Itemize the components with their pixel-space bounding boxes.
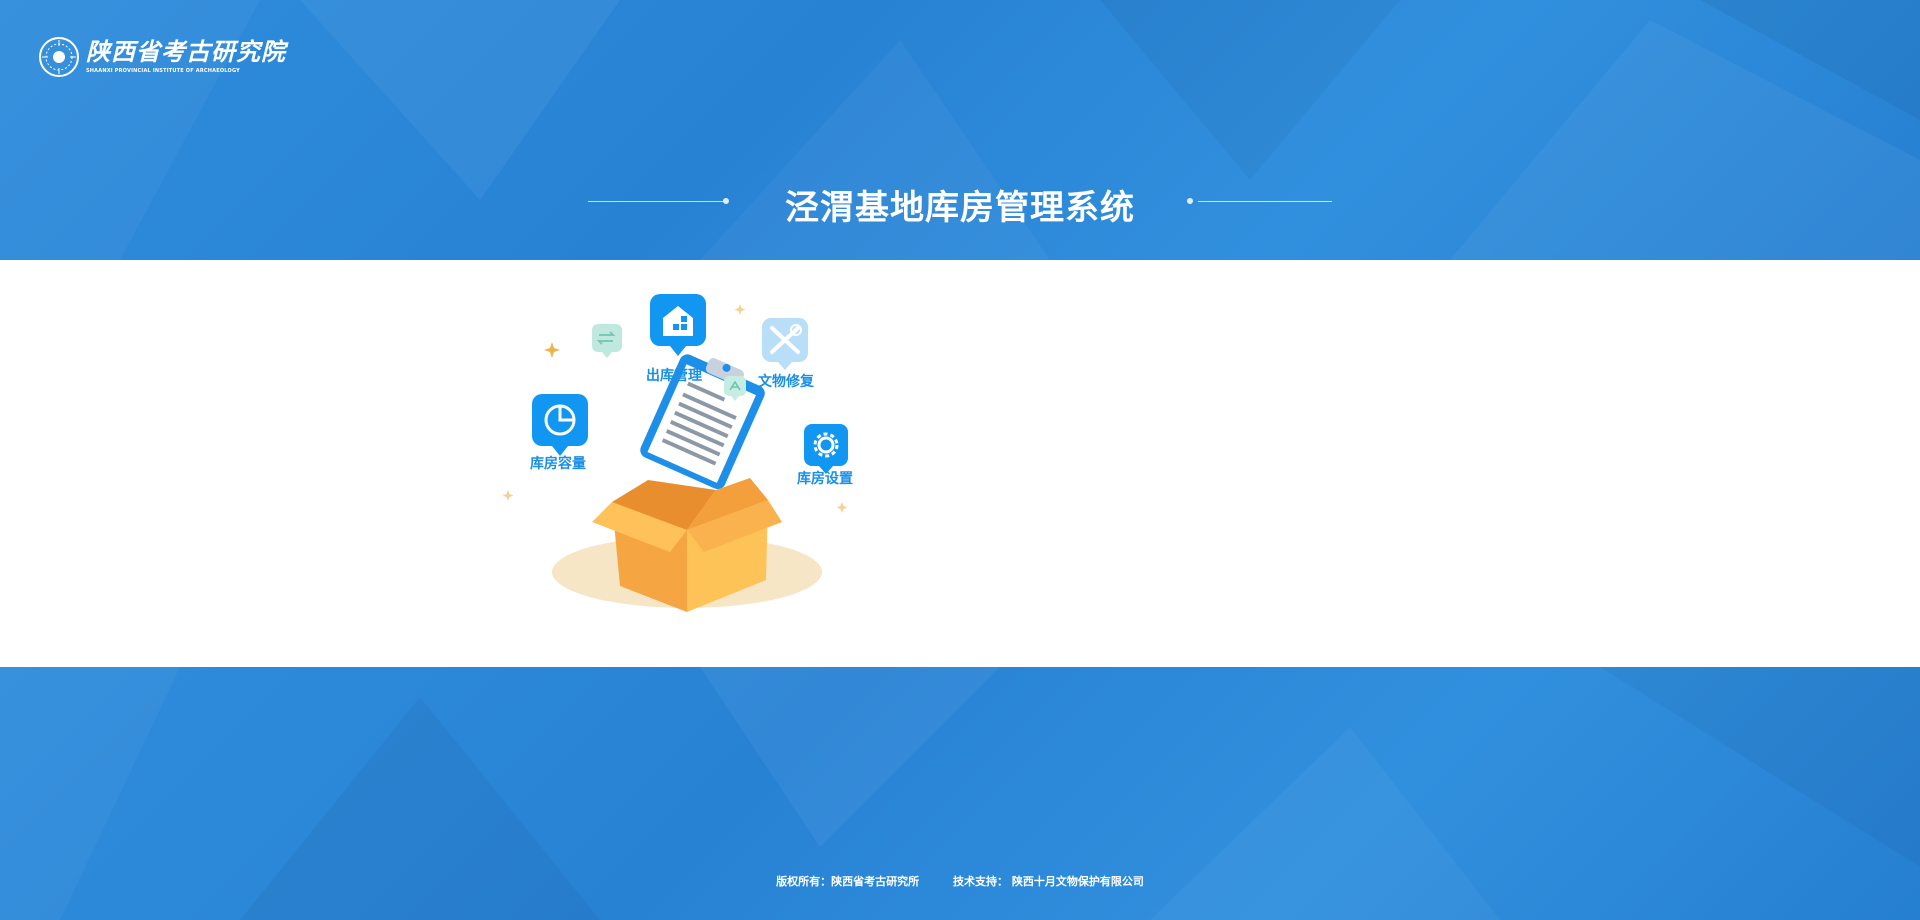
gear-icon bbox=[804, 424, 848, 474]
logo-chinese-name: 陕西省考古研究院 bbox=[86, 37, 286, 66]
title-row: 泾渭基地库房管理系统 bbox=[0, 172, 1920, 232]
institute-emblem-icon bbox=[39, 37, 79, 77]
pie-chart-icon bbox=[532, 394, 588, 456]
title-right-line bbox=[1198, 201, 1332, 202]
item-label-outbound: 出库管理 bbox=[646, 368, 702, 384]
item-label-settings: 库房设置 bbox=[797, 471, 853, 487]
content-band: 出库管理 文物修复 库房容量 库房设置 bbox=[0, 260, 1920, 667]
item-label-repair: 文物修复 bbox=[758, 374, 814, 390]
title-right-dot bbox=[1187, 198, 1193, 204]
tech-support-text: 技术支持： 陕西十月文物保护有限公司 bbox=[953, 875, 1144, 888]
logo-english-name: SHAANXI PROVINCIAL INSTITUTE OF ARCHAEOL… bbox=[86, 68, 240, 74]
repair-tools-icon bbox=[762, 318, 808, 370]
warehouse-illustration: 出库管理 文物修复 库房容量 库房设置 bbox=[480, 290, 880, 640]
page-title: 泾渭基地库房管理系统 bbox=[785, 188, 1135, 228]
warehouse-out-icon bbox=[650, 294, 706, 356]
item-label-capacity: 库房容量 bbox=[530, 456, 586, 472]
institute-logo: 陕西省考古研究院 SHAANXI PROVINCIAL INSTITUTE OF… bbox=[38, 35, 286, 79]
copyright-text: 版权所有：陕西省考古研究所 bbox=[776, 875, 920, 888]
page-footer: 版权所有：陕西省考古研究所 技术支持： 陕西十月文物保护有限公司 bbox=[0, 873, 1920, 889]
